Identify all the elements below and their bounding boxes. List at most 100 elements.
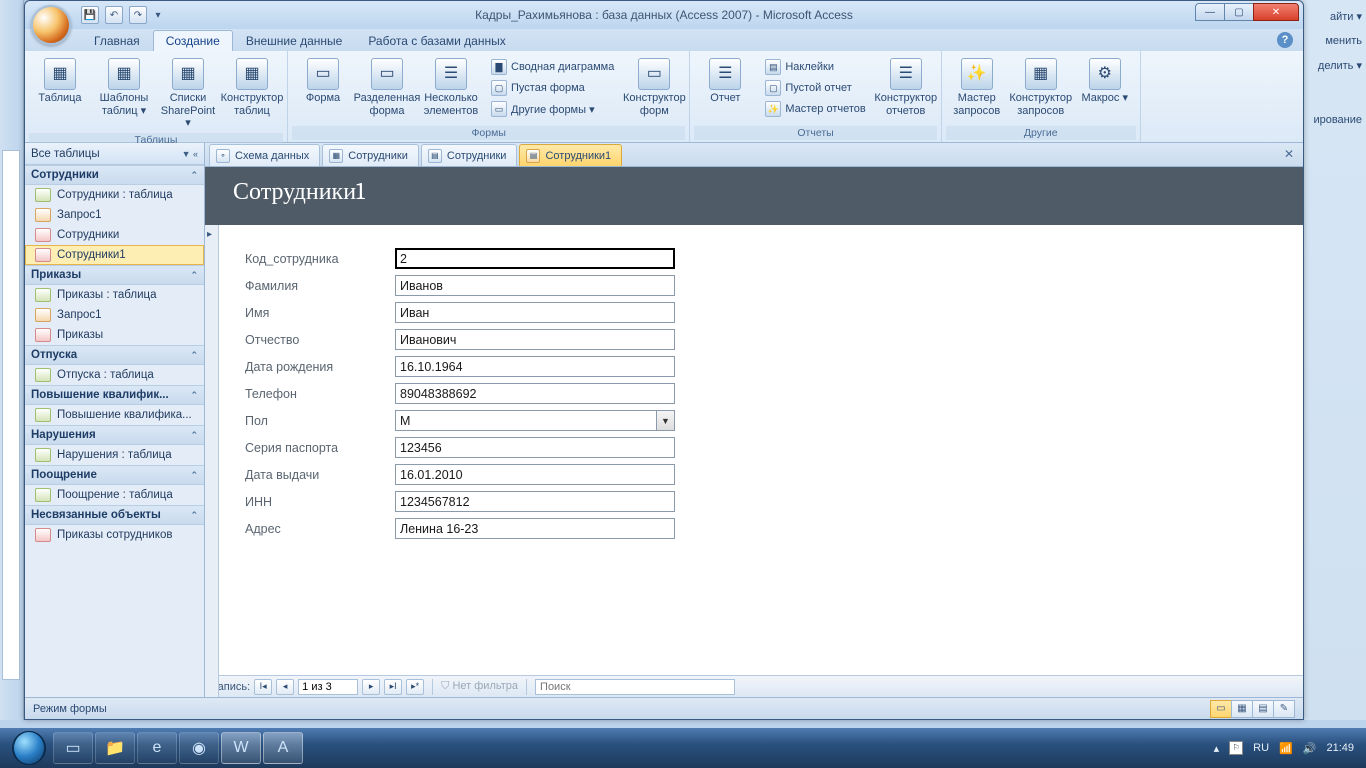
recnav-next-button[interactable]: ▸ xyxy=(362,679,380,695)
tray-clock[interactable]: 21:49 xyxy=(1326,742,1354,754)
tray-language[interactable]: RU xyxy=(1253,742,1269,754)
nav-item[interactable]: Запрос1 xyxy=(25,205,204,225)
recnav-last-button[interactable]: ▸I xyxy=(384,679,402,695)
btn-query-designer[interactable]: ▦Конструктор запросов xyxy=(1010,55,1072,120)
field-input[interactable] xyxy=(395,491,675,512)
ribbon-tab-external[interactable]: Внешние данные xyxy=(233,30,356,51)
btn-labels[interactable]: ▤Наклейки xyxy=(760,57,870,77)
nav-item[interactable]: Повышение квалифика... xyxy=(25,405,204,425)
minimize-button[interactable]: — xyxy=(1195,3,1225,21)
view-form-button[interactable]: ▭ xyxy=(1210,700,1232,718)
nav-item[interactable]: Приказы сотрудников xyxy=(25,525,204,545)
btn-other-forms[interactable]: ▭Другие формы ▾ xyxy=(486,99,619,119)
view-design-button[interactable]: ✎ xyxy=(1273,700,1295,718)
nav-item[interactable]: Поощрение : таблица xyxy=(25,485,204,505)
taskbar-app-access[interactable]: A xyxy=(263,732,303,764)
btn-table-templates[interactable]: ▦Шаблоны таблиц ▾ xyxy=(93,55,155,120)
view-datasheet-button[interactable]: ▦ xyxy=(1231,700,1253,718)
nav-category[interactable]: Нарушения⌃ xyxy=(25,425,204,445)
start-button[interactable] xyxy=(6,728,52,768)
form-row: Пол ▼ xyxy=(245,407,1303,434)
doc-tab[interactable]: ▦Сотрудники xyxy=(322,144,419,166)
field-input[interactable] xyxy=(395,518,675,539)
qat-undo-icon[interactable]: ↶ xyxy=(105,6,123,24)
tray-arrow-icon[interactable]: ▴ xyxy=(1214,742,1220,755)
btn-blank-report[interactable]: ▢Пустой отчет xyxy=(760,78,870,98)
btn-table-designer[interactable]: ▦Конструктор таблиц xyxy=(221,55,283,120)
tray-sound-icon[interactable]: 🔊 xyxy=(1303,742,1317,755)
tray-network-icon[interactable]: 📶 xyxy=(1279,742,1293,755)
nav-category[interactable]: Сотрудники⌃ xyxy=(25,165,204,185)
recnav-first-button[interactable]: I◂ xyxy=(254,679,272,695)
field-input[interactable] xyxy=(395,410,657,431)
btn-split-form[interactable]: ▭Разделенная форма xyxy=(356,55,418,120)
ribbon-tab-home[interactable]: Главная xyxy=(81,30,153,51)
btn-report-wizard[interactable]: ✨Мастер отчетов xyxy=(760,99,870,119)
field-input[interactable] xyxy=(395,329,675,350)
dropdown-button[interactable]: ▼ xyxy=(657,410,675,431)
nav-item[interactable]: Запрос1 xyxy=(25,305,204,325)
access-main-window: 💾 ↶ ↷ ▾ Кадры_Рахимьянова : база данных … xyxy=(24,0,1304,720)
ribbon-tab-dbtools[interactable]: Работа с базами данных xyxy=(355,30,518,51)
record-selector[interactable] xyxy=(205,225,219,697)
taskbar-app-4[interactable]: ◉ xyxy=(179,732,219,764)
btn-sharepoint-lists[interactable]: ▦Списки SharePoint ▾ xyxy=(157,55,219,133)
nav-item[interactable]: Приказы : таблица xyxy=(25,285,204,305)
nav-category[interactable]: Повышение квалифик...⌃ xyxy=(25,385,204,405)
nav-item[interactable]: Отпуска : таблица xyxy=(25,365,204,385)
nav-category[interactable]: Поощрение⌃ xyxy=(25,465,204,485)
field-input[interactable] xyxy=(395,464,675,485)
btn-form-designer[interactable]: ▭Конструктор форм xyxy=(623,55,685,120)
windows-taskbar: ▭ 📁 e ◉ W A ▴ ⚐ RU 📶 🔊 21:49 xyxy=(0,728,1366,768)
nav-item[interactable]: Приказы xyxy=(25,325,204,345)
doc-tab[interactable]: ⚬Схема данных xyxy=(209,144,320,166)
field-input[interactable] xyxy=(395,275,675,296)
nav-category[interactable]: Несвязанные объекты⌃ xyxy=(25,505,204,525)
btn-blank-form[interactable]: ▢Пустая форма xyxy=(486,78,619,98)
btn-pivot-chart[interactable]: ▇Сводная диаграмма xyxy=(486,57,619,77)
qat-save-icon[interactable]: 💾 xyxy=(81,6,99,24)
btn-form[interactable]: ▭Форма xyxy=(292,55,354,108)
btn-table[interactable]: ▦Таблица xyxy=(29,55,91,108)
nav-item[interactable]: Нарушения : таблица xyxy=(25,445,204,465)
btn-query-wizard[interactable]: ✨Мастер запросов xyxy=(946,55,1008,120)
field-input[interactable] xyxy=(395,437,675,458)
field-input[interactable] xyxy=(395,302,675,323)
nav-item[interactable]: Сотрудники : таблица xyxy=(25,185,204,205)
doc-tab[interactable]: ▤Сотрудники1 xyxy=(519,144,622,166)
office-button[interactable] xyxy=(31,5,71,45)
ribbon-tab-create[interactable]: Создание xyxy=(153,30,233,51)
recnav-prev-button[interactable]: ◂ xyxy=(276,679,294,695)
field-label: Пол xyxy=(245,414,395,428)
doc-tab-close-button[interactable]: ✕ xyxy=(1281,147,1297,163)
taskbar-app-1[interactable]: ▭ xyxy=(53,732,93,764)
taskbar-app-2[interactable]: 📁 xyxy=(95,732,135,764)
tbl-icon xyxy=(35,488,51,502)
taskbar-app-word[interactable]: W xyxy=(221,732,261,764)
btn-report[interactable]: ☰Отчет xyxy=(694,55,756,108)
close-button[interactable]: ✕ xyxy=(1253,3,1299,21)
field-input[interactable] xyxy=(395,356,675,377)
nav-category[interactable]: Отпуска⌃ xyxy=(25,345,204,365)
nav-item[interactable]: Сотрудники1 xyxy=(25,245,204,265)
doc-tab[interactable]: ▤Сотрудники xyxy=(421,144,518,166)
nav-item-label: Сотрудники1 xyxy=(57,249,126,261)
btn-multi-items[interactable]: ☰Несколько элементов xyxy=(420,55,482,120)
nav-pane-header[interactable]: Все таблицы▼ « xyxy=(25,143,204,165)
taskbar-app-3[interactable]: e xyxy=(137,732,177,764)
recnav-position-input[interactable] xyxy=(298,679,358,695)
btn-report-designer[interactable]: ☰Конструктор отчетов xyxy=(875,55,937,120)
nav-category[interactable]: Приказы⌃ xyxy=(25,265,204,285)
maximize-button[interactable]: ▢ xyxy=(1224,3,1254,21)
tray-flag-icon[interactable]: ⚐ xyxy=(1229,741,1243,755)
qat-more-icon[interactable]: ▾ xyxy=(153,6,163,24)
recnav-search-input[interactable] xyxy=(535,679,735,695)
nav-item[interactable]: Сотрудники xyxy=(25,225,204,245)
view-layout-button[interactable]: ▤ xyxy=(1252,700,1274,718)
btn-macro[interactable]: ⚙Макрос ▾ xyxy=(1074,55,1136,108)
field-input[interactable] xyxy=(395,248,675,269)
qat-redo-icon[interactable]: ↷ xyxy=(129,6,147,24)
recnav-new-button[interactable]: ▸* xyxy=(406,679,424,695)
help-icon[interactable]: ? xyxy=(1277,32,1293,48)
field-input[interactable] xyxy=(395,383,675,404)
